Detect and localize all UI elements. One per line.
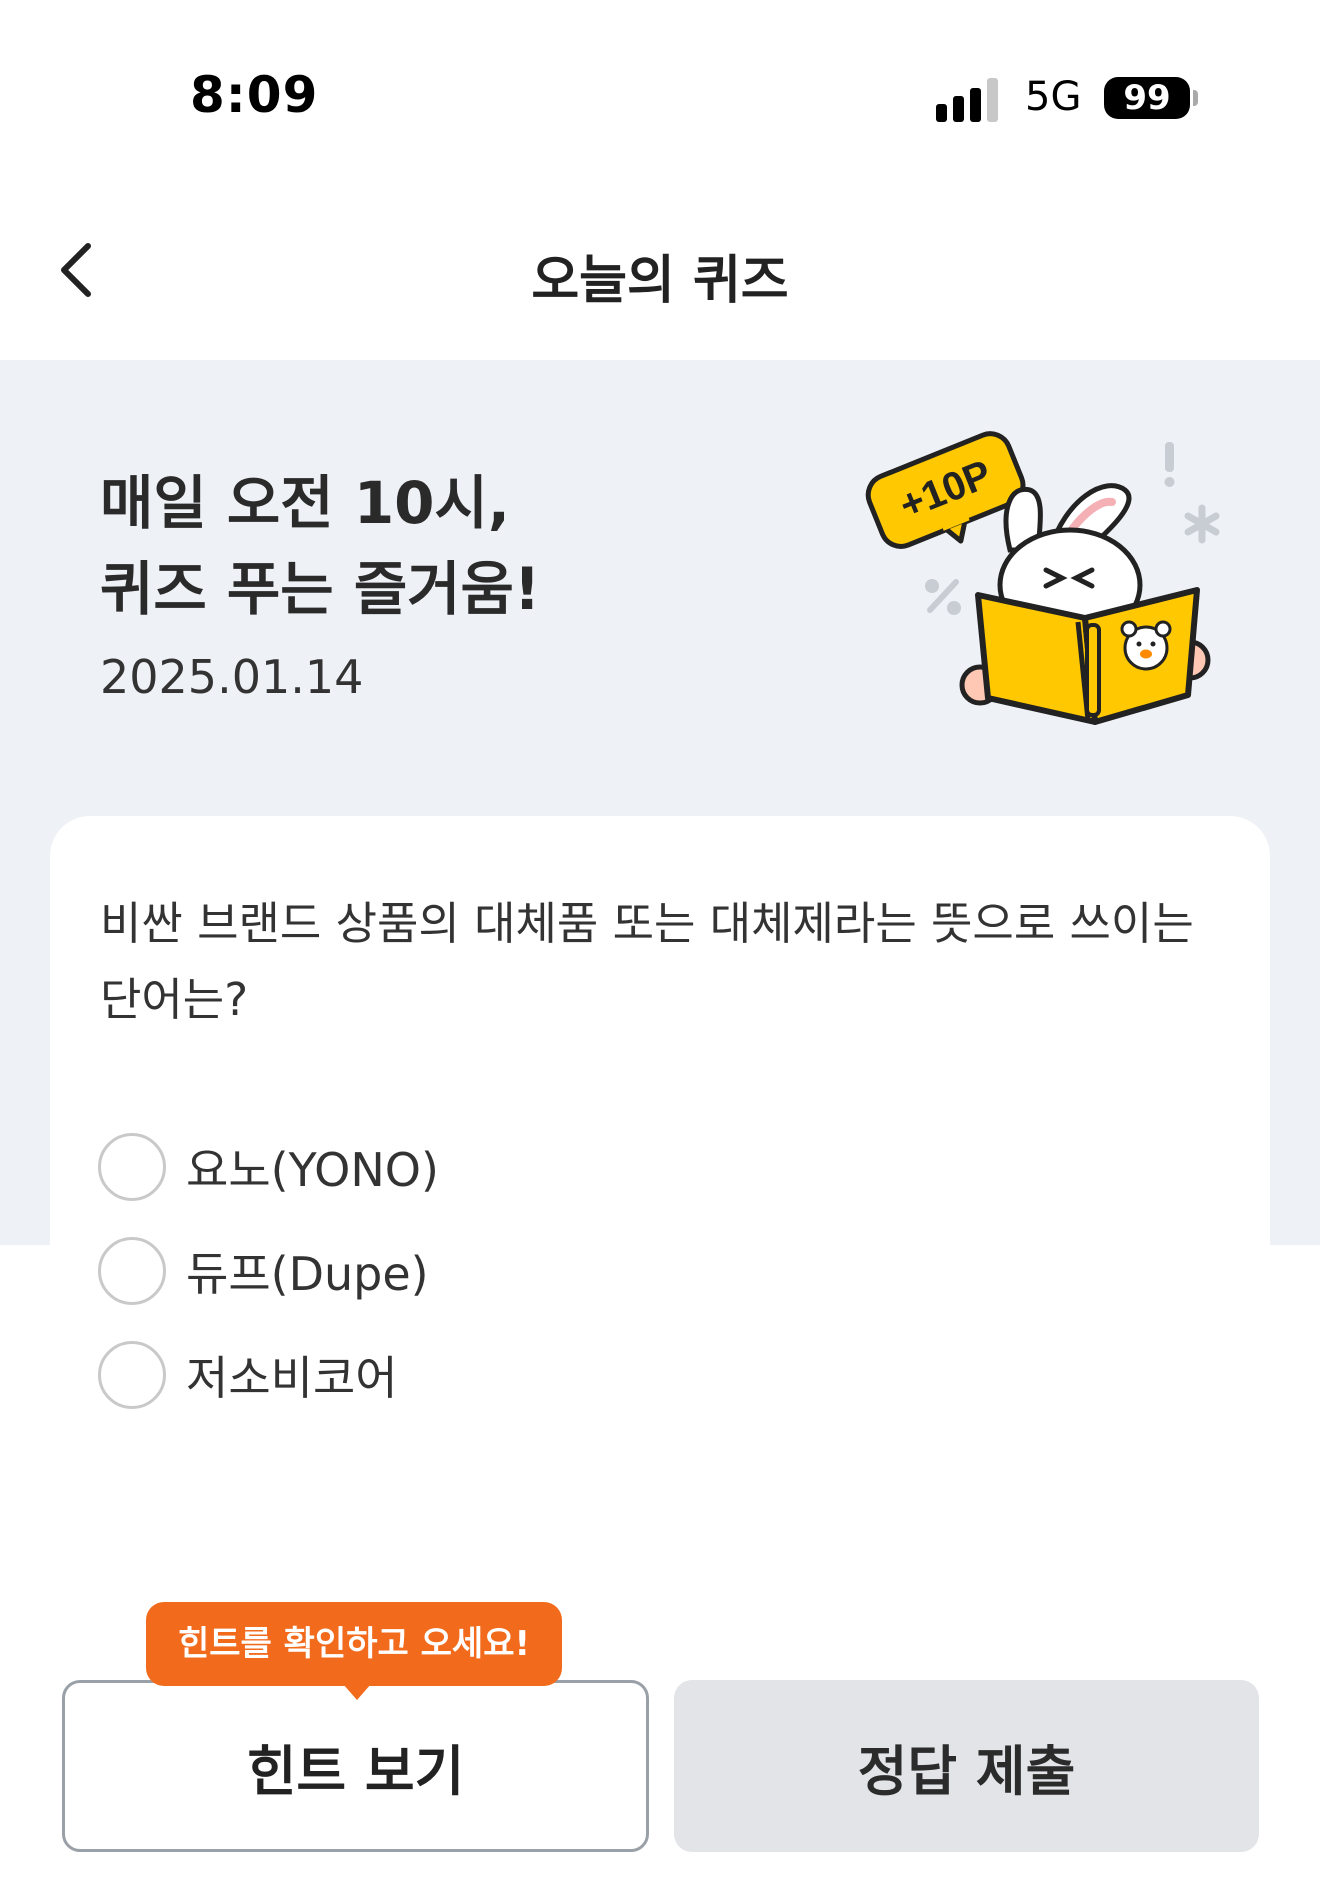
option-dupe[interactable]: 듀프(Dupe)	[98, 1233, 429, 1309]
battery-icon: 99	[1104, 77, 1190, 119]
option-low-consumption-core[interactable]: 저소비코어	[98, 1337, 398, 1413]
radio-button[interactable]	[98, 1133, 166, 1201]
percent-decoration	[925, 579, 961, 615]
option-label: 저소비코어	[186, 1351, 398, 1405]
asterisk-decoration	[1184, 504, 1220, 544]
quiz-question: 비싼 브랜드 상품의 대체품 또는 대체제라는 뜻으로 쓰이는 단어는?	[100, 897, 1194, 1026]
submit-answer-button[interactable]: 정답 제출	[674, 1680, 1259, 1852]
tooltip-tail	[343, 1684, 371, 1700]
exclamation-decoration	[1165, 442, 1174, 472]
network-type: 5G	[1025, 74, 1082, 120]
rabbit-reading-book-illustration: +10P	[865, 431, 1220, 725]
hero-title: 매일 오전 10시, 퀴즈 푸는 즐거움!	[100, 469, 541, 623]
hint-tooltip: 힌트를 확인하고 오세요!	[146, 1602, 562, 1686]
status-bar: 8:09 5G 99	[0, 0, 1320, 190]
option-label: 요노(YONO)	[186, 1143, 439, 1197]
status-time: 8:09	[190, 66, 319, 124]
quiz-date: 2025.01.14	[100, 650, 364, 704]
option-yono[interactable]: 요노(YONO)	[98, 1129, 439, 1205]
nav-bar: 오늘의 퀴즈	[0, 190, 1320, 360]
signal-strength-icon	[936, 72, 1004, 122]
option-label: 듀프(Dupe)	[186, 1247, 429, 1301]
hint-button[interactable]: 힌트 보기	[62, 1680, 649, 1852]
battery-tip	[1193, 90, 1198, 106]
bear-logo-icon	[1120, 620, 1172, 671]
page-title: 오늘의 퀴즈	[531, 251, 789, 311]
radio-button[interactable]	[98, 1341, 166, 1409]
radio-button[interactable]	[98, 1237, 166, 1305]
